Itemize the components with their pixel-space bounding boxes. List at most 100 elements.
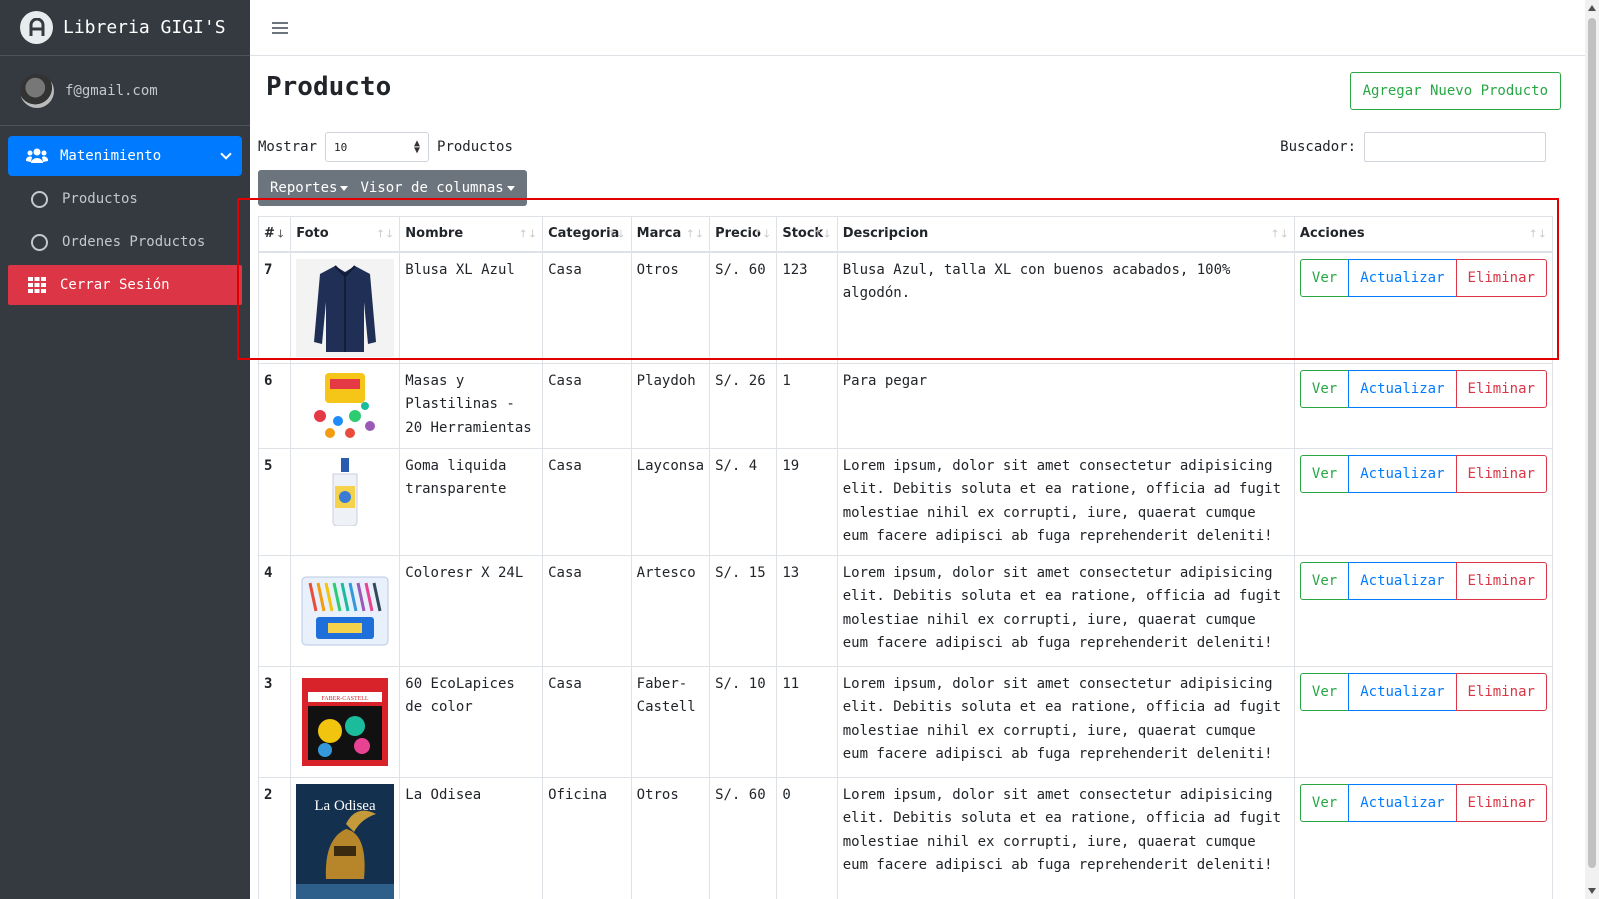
delete-button[interactable]: Eliminar: [1455, 258, 1547, 297]
product-image-book: La Odisea: [296, 783, 395, 899]
cell-stock: 1: [776, 362, 838, 449]
sidebar-item-label: Productos: [62, 191, 138, 207]
sort-icon: ↑↓: [518, 227, 538, 241]
sidebar-item-ordenes-productos[interactable]: Ordenes Productos: [8, 222, 242, 262]
column-header-id[interactable]: # ↓: [257, 216, 292, 253]
cell-acciones: Ver Actualizar Eliminar: [1293, 554, 1554, 667]
add-product-button[interactable]: Agregar Nuevo Producto: [1349, 72, 1561, 110]
delete-button[interactable]: Eliminar: [1455, 561, 1547, 600]
table-row: 5 Goma liquida transparente Casa Laycons…: [257, 447, 1554, 556]
view-button[interactable]: Ver: [1299, 369, 1350, 408]
row-actions: Ver Actualizar Eliminar: [1299, 783, 1547, 822]
sort-icon: ↑↓: [1270, 227, 1289, 241]
view-button[interactable]: Ver: [1299, 258, 1350, 297]
show-label: Mostrar: [258, 139, 318, 155]
update-button[interactable]: Actualizar: [1348, 783, 1457, 822]
user-panel[interactable]: f@gmail.com: [0, 56, 250, 126]
sidebar-item-label: Cerrar Sesión: [60, 277, 170, 293]
scroll-up-icon[interactable]: [1588, 5, 1596, 11]
table-header-row: # ↓ Foto ↑↓ Nombre ↑↓ Categoria ↑↓ Marca ↑↓ P…: [257, 216, 1554, 253]
update-button[interactable]: Actualizar: [1348, 561, 1457, 600]
view-button[interactable]: Ver: [1299, 783, 1350, 822]
search-input[interactable]: [1364, 132, 1546, 162]
scroll-down-icon[interactable]: [1588, 888, 1596, 894]
cell-categoria: Casa: [542, 251, 632, 364]
caret-down-icon: [340, 185, 349, 191]
page-length-select[interactable]: 10 ▲ ▼: [325, 132, 430, 162]
page-length-value: 10: [334, 140, 348, 154]
table-row: 7 Blusa XL Azul Casa Otros S/. 60 123 Bl…: [257, 251, 1554, 364]
product-image-colors: [296, 561, 395, 660]
column-header-nombre[interactable]: Nombre ↑↓: [399, 216, 544, 253]
table-row: 3 FABER-CASTELL 60 EcoLapices de color C…: [257, 665, 1554, 778]
update-button[interactable]: Actualizar: [1348, 369, 1457, 408]
column-header-categoria[interactable]: Categoria ↑↓: [542, 216, 632, 253]
cell-id: 5: [257, 447, 292, 556]
table-row: 2 La Odisea La Odisea Oficina Otros S/. …: [257, 776, 1554, 899]
cell-acciones: Ver Actualizar Eliminar: [1293, 251, 1554, 364]
svg-text:FABER-CASTELL: FABER-CASTELL: [322, 696, 370, 702]
cell-precio: S/. 4: [709, 447, 778, 556]
cell-foto: [290, 447, 401, 556]
sidebar-item-productos[interactable]: Productos: [8, 179, 242, 219]
users-icon: [26, 148, 48, 164]
cell-nombre: Blusa XL Azul: [399, 251, 544, 364]
cell-stock: 0: [776, 776, 838, 899]
cell-foto: FABER-CASTELL: [290, 665, 401, 778]
update-button[interactable]: Actualizar: [1348, 258, 1457, 297]
row-actions: Ver Actualizar Eliminar: [1299, 672, 1547, 711]
menu-toggle-icon[interactable]: [272, 21, 288, 34]
delete-button[interactable]: Eliminar: [1455, 369, 1547, 408]
cell-marca: Layconsa: [630, 447, 711, 556]
page-scrollbar[interactable]: [1585, 0, 1599, 899]
update-button[interactable]: Actualizar: [1348, 454, 1457, 493]
view-button[interactable]: Ver: [1299, 454, 1350, 493]
cell-stock: 11: [776, 665, 838, 778]
sidebar-item-label: Matenimiento: [60, 148, 162, 164]
view-button[interactable]: Ver: [1299, 561, 1350, 600]
column-header-marca[interactable]: Marca ↑↓: [630, 216, 711, 253]
sidebar-item-matenimiento[interactable]: Matenimiento: [8, 136, 242, 176]
page-length-control: Mostrar 10 ▲ ▼ Productos: [258, 132, 513, 162]
sort-icon: ↑↓: [813, 227, 832, 241]
column-header-precio[interactable]: Precio ↑↓: [709, 216, 778, 253]
cell-categoria: Casa: [542, 447, 632, 556]
brand-text: Libreria GIGI'S: [63, 17, 226, 38]
scroll-thumb[interactable]: [1588, 18, 1596, 868]
cell-descripcion: Lorem ipsum, dolor sit amet consectetur …: [836, 447, 1295, 556]
main-content: Producto Agregar Nuevo Producto Mostrar …: [250, 56, 1585, 899]
delete-button[interactable]: Eliminar: [1455, 454, 1547, 493]
page-title: Producto: [266, 72, 392, 102]
cell-acciones: Ver Actualizar Eliminar: [1293, 665, 1554, 778]
column-header-stock[interactable]: Stock ↑↓: [776, 216, 838, 253]
delete-button[interactable]: Eliminar: [1455, 783, 1547, 822]
row-actions: Ver Actualizar Eliminar: [1299, 258, 1547, 297]
cell-precio: S/. 26: [709, 362, 778, 449]
column-header-descripcion[interactable]: Descripcion ↑↓: [836, 216, 1295, 253]
cell-descripcion: Lorem ipsum, dolor sit amet consectetur …: [836, 554, 1295, 667]
cell-precio: S/. 60: [709, 776, 778, 899]
cell-nombre: Masas y Plastilinas - 20 Herramientas: [399, 362, 544, 449]
column-visibility-button[interactable]: Visor de columnas: [354, 180, 520, 196]
cell-nombre: 60 EcoLapices de color: [399, 665, 544, 778]
brand-logo-icon: [20, 11, 53, 44]
cell-nombre: Coloresr X 24L: [399, 554, 544, 667]
delete-button[interactable]: Eliminar: [1455, 672, 1547, 711]
cell-categoria: Oficina: [542, 776, 632, 899]
reports-button[interactable]: Reportes: [264, 180, 354, 196]
row-actions: Ver Actualizar Eliminar: [1299, 369, 1547, 408]
cell-foto: [290, 362, 401, 449]
cell-foto: La Odisea: [290, 776, 401, 899]
sort-icon: ↑↓: [607, 227, 626, 241]
view-button[interactable]: Ver: [1299, 672, 1350, 711]
update-button[interactable]: Actualizar: [1348, 672, 1457, 711]
brand[interactable]: Libreria GIGI'S: [0, 0, 250, 56]
caret-down-icon: [506, 185, 515, 191]
cell-id: 2: [257, 776, 292, 899]
column-header-foto[interactable]: Foto ↑↓: [290, 216, 401, 253]
sidebar-item-cerrar-sesion[interactable]: Cerrar Sesión: [8, 265, 242, 305]
sidebar-item-label: Ordenes Productos: [62, 234, 206, 250]
cell-precio: S/. 15: [709, 554, 778, 667]
cell-foto: [290, 554, 401, 667]
column-header-acciones[interactable]: Acciones ↑↓: [1293, 216, 1554, 253]
